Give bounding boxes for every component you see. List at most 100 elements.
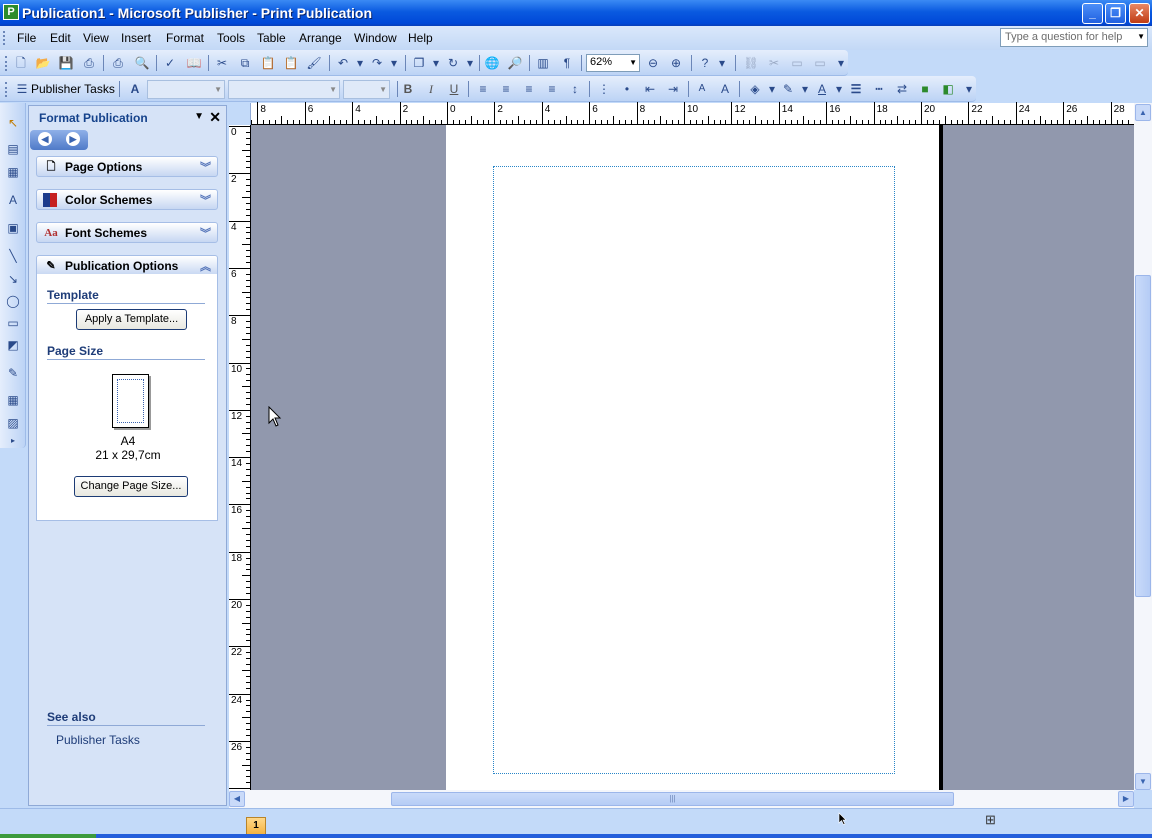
zoom-in-icon[interactable]: ⊕ xyxy=(668,55,684,71)
start-button[interactable] xyxy=(0,834,96,838)
decrease-font-icon[interactable]: A xyxy=(694,81,710,97)
numbering-icon[interactable]: ⋮ xyxy=(596,81,612,97)
redo-icon[interactable]: ↷ xyxy=(369,55,385,71)
toolbar-options-icon[interactable]: ▾ xyxy=(961,81,977,97)
help-icon[interactable]: ? xyxy=(697,55,713,71)
close-button[interactable]: ✕ xyxy=(1129,3,1150,24)
link-icon[interactable]: ⛓ xyxy=(743,55,759,71)
menu-file[interactable]: File xyxy=(17,31,36,45)
format-painter-icon[interactable]: 🖌 xyxy=(306,55,322,71)
save-icon[interactable]: 💾 xyxy=(58,55,74,71)
menu-window[interactable]: Window xyxy=(354,31,397,45)
chevron-down-icon[interactable]: ▾ xyxy=(462,55,478,71)
wordart-icon[interactable]: A xyxy=(5,192,21,208)
rectangle-tool-icon[interactable]: ▭ xyxy=(5,315,21,331)
publisher-app-icon[interactable]: P xyxy=(3,4,19,20)
publication-page[interactable] xyxy=(446,125,943,790)
menu-table[interactable]: Table xyxy=(257,31,286,45)
menu-edit[interactable]: Edit xyxy=(50,31,71,45)
align-left-icon[interactable]: ≡ xyxy=(475,81,491,97)
chevron-down-icon[interactable]: ▾ xyxy=(428,55,444,71)
horizontal-ruler[interactable]: 8 6 4 2 0 2 4 6 8 10 12 14 16 18 20 22 24 26 28 xyxy=(251,102,1134,125)
arrow-tool-icon[interactable]: ↘ xyxy=(5,271,21,287)
copy-icon[interactable]: ⧉ xyxy=(237,55,253,71)
publisher-tasks-button[interactable]: Publisher Tasks xyxy=(31,82,115,96)
chevron-down-icon[interactable]: ▾ xyxy=(831,81,847,97)
restore-button[interactable]: ❐ xyxy=(1105,3,1126,24)
text-box-icon[interactable]: ▭ xyxy=(789,55,805,71)
unlink-icon[interactable]: ✂ xyxy=(766,55,782,71)
scroll-left-icon[interactable]: ◀ xyxy=(229,791,245,807)
menu-help[interactable]: Help xyxy=(408,31,433,45)
cut-icon[interactable]: ✂ xyxy=(214,55,230,71)
toolbar-options-icon[interactable]: ▾ xyxy=(833,55,849,71)
decrease-indent-icon[interactable]: ⇤ xyxy=(642,81,658,97)
chevron-down-icon[interactable]: ▼ xyxy=(629,58,637,67)
menu-insert[interactable]: Insert xyxy=(121,31,151,45)
italic-button[interactable]: I xyxy=(423,81,439,97)
line-style-icon[interactable]: ☰ xyxy=(848,81,864,97)
form-control-icon[interactable]: ▦ xyxy=(5,392,21,408)
publisher-tasks-link[interactable]: Publisher Tasks xyxy=(56,733,140,747)
chevron-down-icon[interactable]: ▼ xyxy=(194,111,204,122)
print-preview-icon[interactable]: 🔍 xyxy=(134,55,150,71)
shadow-style-icon[interactable]: ■ xyxy=(917,81,933,97)
styles-icon[interactable]: A xyxy=(127,81,143,97)
paste-special-icon[interactable]: 📋 xyxy=(283,55,299,71)
open-icon[interactable]: 📂 xyxy=(35,55,51,71)
line-color-icon[interactable]: ✎ xyxy=(780,81,796,97)
line-tool-icon[interactable]: ╲ xyxy=(5,248,21,264)
new-icon[interactable]: 🗋 xyxy=(13,55,29,71)
hot-spot-icon[interactable]: ✎ xyxy=(5,365,21,381)
vertical-scrollbar[interactable]: ▲ ▼ xyxy=(1134,103,1152,790)
increase-indent-icon[interactable]: ⇥ xyxy=(665,81,681,97)
chevron-down-icon[interactable]: ▾ xyxy=(764,81,780,97)
scroll-down-icon[interactable]: ▼ xyxy=(1135,773,1151,790)
select-objects-icon[interactable]: ↖ xyxy=(5,115,21,131)
autoshapes-icon[interactable]: ◩ xyxy=(5,337,21,353)
chevron-down-icon[interactable]: ▾ xyxy=(386,55,402,71)
vertical-scroll-thumb[interactable] xyxy=(1135,275,1151,597)
workspace[interactable] xyxy=(251,125,1134,790)
paste-icon[interactable]: 📋 xyxy=(260,55,276,71)
insert-hyperlink-icon[interactable]: 🌐 xyxy=(484,55,500,71)
zoom-out-icon[interactable]: ⊖ xyxy=(645,55,661,71)
expand-chevron-icon[interactable]: ︾ xyxy=(200,159,211,175)
vertical-ruler[interactable]: 0246810121416182022242628 xyxy=(229,125,251,790)
menu-tools[interactable]: Tools xyxy=(217,31,245,45)
section-font-schemes[interactable]: Aa Font Schemes ︾ xyxy=(36,222,218,243)
insert-table-icon[interactable]: ▦ xyxy=(5,164,21,180)
menu-arrange[interactable]: Arrange xyxy=(299,31,342,45)
chevron-down-icon[interactable]: ▾ xyxy=(352,55,368,71)
undo-icon[interactable]: ↶ xyxy=(335,55,351,71)
publisher-tasks-icon[interactable]: ☰ xyxy=(14,81,30,97)
design-gallery-icon[interactable]: ▨ xyxy=(5,415,21,431)
font-color-icon[interactable]: A xyxy=(814,81,830,97)
section-publication-options[interactable]: ✎ Publication Options ︽ xyxy=(36,255,218,276)
dash-style-icon[interactable]: ┅ xyxy=(871,81,887,97)
line-spacing-icon[interactable]: ↕ xyxy=(567,81,583,97)
text-box-tool-icon[interactable]: ▤ xyxy=(5,141,21,157)
menu-grip[interactable] xyxy=(3,31,7,45)
align-center-icon[interactable]: ≡ xyxy=(498,81,514,97)
underline-button[interactable]: U xyxy=(446,81,462,97)
oval-tool-icon[interactable]: ◯ xyxy=(5,293,21,309)
ask-question-input[interactable]: Type a question for help ▼ xyxy=(1000,28,1148,47)
align-right-icon[interactable]: ≡ xyxy=(521,81,537,97)
apply-template-button[interactable]: Apply a Template... xyxy=(76,309,187,330)
chevron-down-icon[interactable]: ▼ xyxy=(329,85,337,94)
chevron-down-icon[interactable]: ▾ xyxy=(797,81,813,97)
next-frame-icon[interactable]: ▭ xyxy=(812,55,828,71)
change-page-size-button[interactable]: Change Page Size... xyxy=(74,476,188,497)
picture-frame-icon[interactable]: ▣ xyxy=(5,220,21,236)
section-color-schemes[interactable]: Color Schemes ︾ xyxy=(36,189,218,210)
menu-format[interactable]: Format xyxy=(166,31,204,45)
bold-button[interactable]: B xyxy=(400,81,416,97)
arrow-style-icon[interactable]: ⇄ xyxy=(894,81,910,97)
bring-to-front-icon[interactable]: ❐ xyxy=(411,55,427,71)
scroll-up-icon[interactable]: ▲ xyxy=(1135,104,1151,121)
style-combo[interactable]: ▼ xyxy=(147,80,225,99)
print-icon[interactable]: ⎙ xyxy=(81,55,97,71)
font-size-combo[interactable]: ▼ xyxy=(343,80,390,99)
spelling-icon[interactable]: ✓ xyxy=(162,55,178,71)
